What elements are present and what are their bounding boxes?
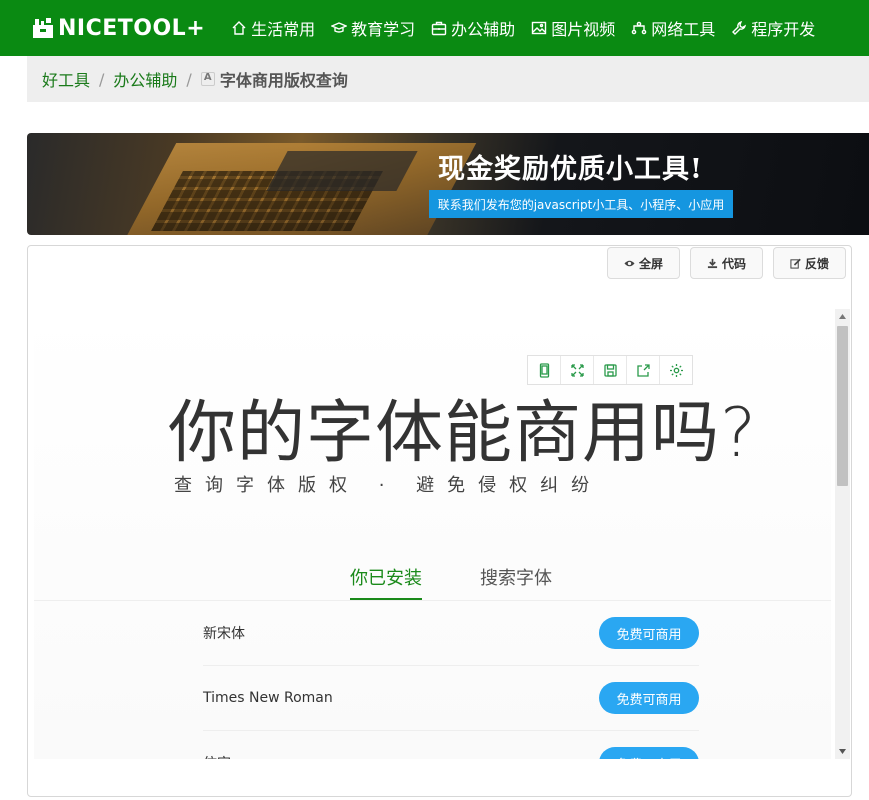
briefcase-icon xyxy=(431,21,447,36)
tool-hero-title: 你的字体能商用吗? xyxy=(168,394,758,473)
mobile-icon xyxy=(539,362,549,378)
license-status-badge[interactable]: 免费可商用 xyxy=(599,617,699,649)
main-menu: 生活常用 教育学习 办公辅助 图片视频 网络工具 程序开发 xyxy=(231,16,831,40)
nav-item-education[interactable]: 教育学习 xyxy=(331,16,415,40)
download-icon xyxy=(707,258,718,268)
graduation-cap-icon xyxy=(331,22,348,33)
banner-title: 现金奖励优质小工具! xyxy=(438,154,703,185)
breadcrumb-separator: / xyxy=(99,69,105,89)
scroll-down-arrow-icon[interactable] xyxy=(835,744,850,759)
share-icon xyxy=(636,363,650,377)
breadcrumb-category-link[interactable]: 办公辅助 xyxy=(113,67,177,91)
code-button[interactable]: 代码 xyxy=(690,247,763,279)
breadcrumb-home-link[interactable]: 好工具 xyxy=(42,67,90,91)
network-icon xyxy=(631,21,647,35)
breadcrumb: 好工具 / 办公辅助 / 字体商用版权查询 xyxy=(27,56,869,102)
font-list-item: 仿宋 免费可商用 xyxy=(203,731,699,759)
nav-item-media[interactable]: 图片视频 xyxy=(531,16,615,40)
frame-scrollbar[interactable] xyxy=(835,309,850,759)
feedback-button[interactable]: 反馈 xyxy=(773,247,846,279)
toolbox-logo-icon xyxy=(33,18,53,38)
nav-item-life[interactable]: 生活常用 xyxy=(231,16,315,40)
tool-hero-subtitle: 查询字体版权 · 避免侵权纠纷 xyxy=(174,475,603,496)
eye-icon xyxy=(624,260,635,266)
nav-item-office[interactable]: 办公辅助 xyxy=(431,16,515,40)
font-name: 仿宋 xyxy=(203,753,231,759)
tab-search[interactable]: 搜索字体 xyxy=(480,564,552,598)
breadcrumb-separator: / xyxy=(186,69,192,89)
wrench-icon xyxy=(732,21,747,35)
nav-item-dev[interactable]: 程序开发 xyxy=(731,16,815,40)
scroll-up-arrow-icon[interactable] xyxy=(835,309,850,324)
breadcrumb-current-label: 字体商用版权查询 xyxy=(219,71,348,90)
license-status-badge[interactable]: 免费可商用 xyxy=(599,682,699,714)
expand-icon xyxy=(570,363,584,377)
fullscreen-button[interactable]: 全屏 xyxy=(607,247,680,279)
font-name: Times New Roman xyxy=(203,690,333,706)
font-name: 新宋体 xyxy=(203,626,245,642)
edit-icon xyxy=(790,258,801,269)
save-icon xyxy=(603,363,617,377)
promo-banner[interactable]: 现金奖励优质小工具! 联系我们发布您的javascript小工具、小程序、小应用 xyxy=(27,133,869,235)
font-list-item: 新宋体 免费可商用 xyxy=(203,601,699,666)
tool-frame: 你的字体能商用吗? 查询字体版权 · 避免侵权纠纷 你已安装 搜索字体 新宋体 … xyxy=(34,309,831,759)
image-icon xyxy=(531,21,547,35)
font-list-item: Times New Roman 免费可商用 xyxy=(203,666,699,731)
logo-text: NICETOOL+ xyxy=(58,15,206,41)
tool-tabs: 你已安装 搜索字体 xyxy=(34,556,831,601)
home-icon xyxy=(232,21,246,35)
site-logo[interactable]: NICETOOL+ xyxy=(32,16,205,41)
license-status-badge[interactable]: 免费可商用 xyxy=(599,747,699,759)
tab-installed[interactable]: 你已安装 xyxy=(350,564,422,600)
scrollbar-thumb[interactable] xyxy=(837,326,848,486)
breadcrumb-current: 字体商用版权查询 xyxy=(200,67,348,91)
gear-icon xyxy=(669,363,683,377)
banner-subtitle: 联系我们发布您的javascript小工具、小程序、小应用 xyxy=(429,190,733,218)
banner-screen-image xyxy=(266,151,418,191)
top-navbar: NICETOOL+ 生活常用 教育学习 办公辅助 图片视频 网络工具 程序开发 xyxy=(0,0,869,56)
tool-favicon-icon xyxy=(200,72,215,86)
nav-item-network[interactable]: 网络工具 xyxy=(631,16,715,40)
